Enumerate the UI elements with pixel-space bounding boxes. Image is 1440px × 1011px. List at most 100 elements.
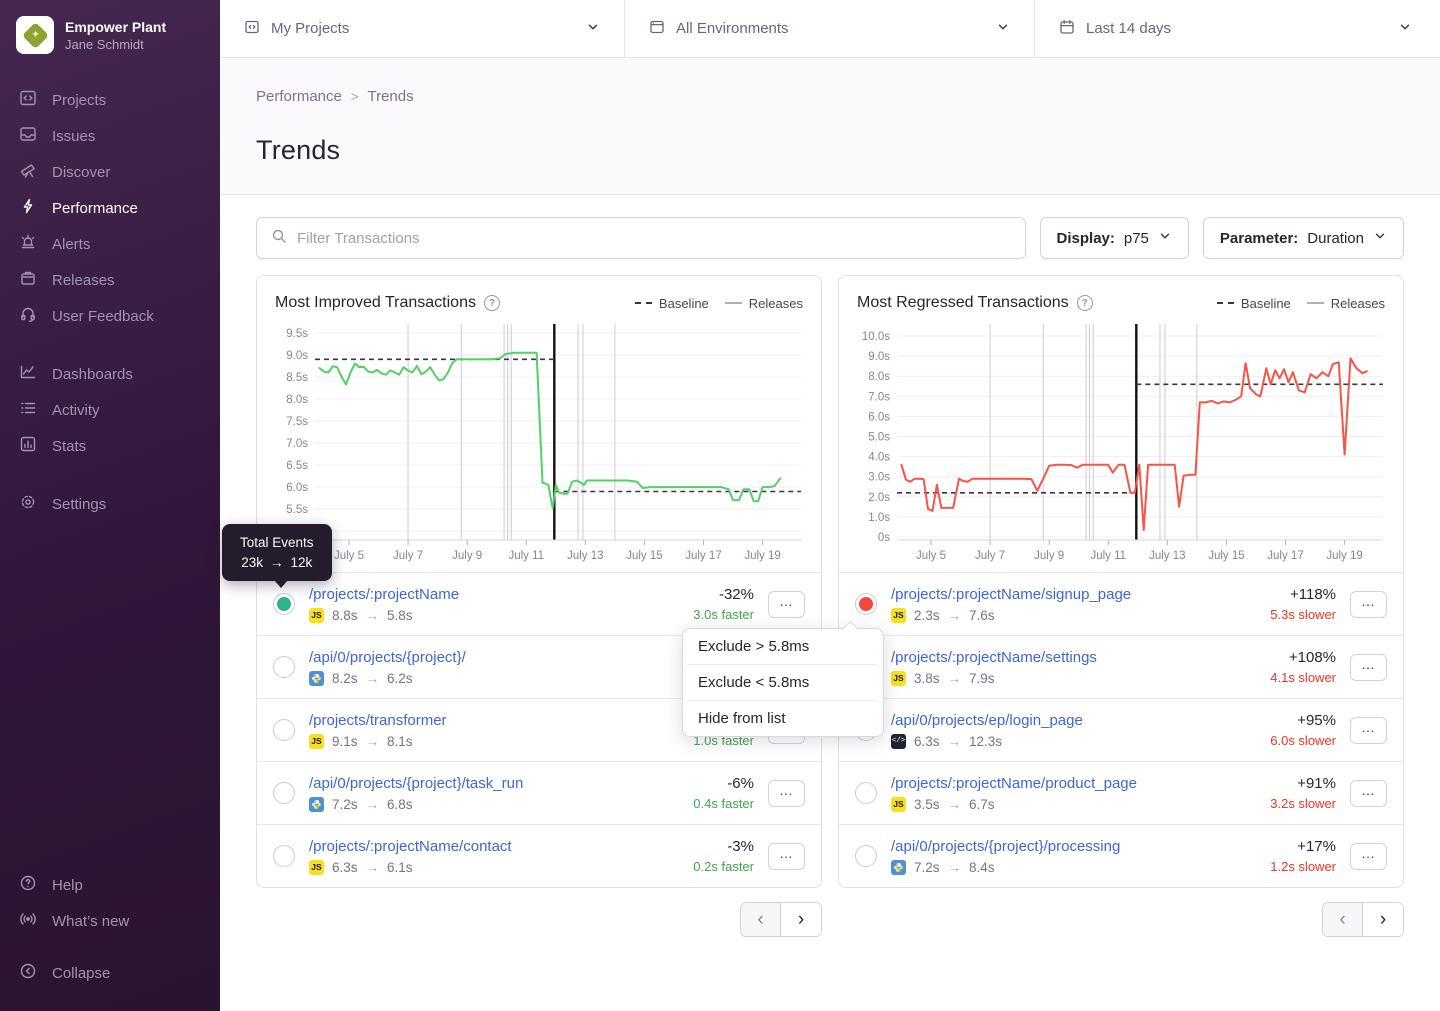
improved-trend-chart: 5.0s5.5s6.0s6.5s7.0s7.5s8.0s8.5s9.0s9.5s… [269, 314, 809, 572]
previous-page-button[interactable]: ‹ [741, 903, 781, 936]
legend-baseline-label: Baseline [1241, 296, 1291, 311]
svg-text:6.0s: 6.0s [286, 482, 308, 494]
platform-icon [309, 797, 324, 812]
duration-to: 6.2s [387, 671, 413, 686]
ellipsis-icon: … [1361, 845, 1376, 861]
next-page-button[interactable]: › [781, 903, 821, 936]
menu-item-exclude-greater[interactable]: Exclude > 5.8ms [683, 629, 883, 664]
duration-change: 8.2s → 6.2s [309, 671, 662, 686]
duration-change: JS 2.3s → 7.6s [891, 608, 1244, 623]
releases-swatch [725, 302, 742, 304]
transaction-radio[interactable] [273, 719, 295, 741]
row-actions-button[interactable]: … [768, 780, 805, 807]
sidebar-item-label: Stats [52, 438, 86, 455]
chevron-down-icon [996, 20, 1010, 38]
transaction-link[interactable]: /projects/:projectName/product_page [891, 775, 1244, 792]
transaction-link[interactable]: /projects/transformer [309, 712, 662, 729]
row-actions-button[interactable]: … [1350, 717, 1387, 744]
help-circle-icon[interactable]: ? [484, 295, 500, 311]
sidebar-item-performance[interactable]: Performance [0, 190, 220, 226]
sidebar-item-user-feedback[interactable]: User Feedback [0, 298, 220, 334]
transaction-radio[interactable] [273, 845, 295, 867]
transaction-link[interactable]: /api/0/projects/ep/login_page [891, 712, 1244, 729]
svg-text:July 13: July 13 [567, 550, 603, 562]
transaction-link[interactable]: /projects/:projectName/settings [891, 649, 1244, 666]
sidebar-item-projects[interactable]: Projects [0, 82, 220, 118]
org-switcher[interactable]: ✦ Empower Plant Jane Schmidt [0, 16, 220, 54]
menu-item-exclude-less[interactable]: Exclude < 5.8ms [683, 664, 883, 700]
duration-from: 3.8s [914, 671, 940, 686]
svg-text:7.0s: 7.0s [286, 438, 308, 450]
sidebar-item-whats-new[interactable]: What’s new [0, 903, 220, 939]
sidebar-item-releases[interactable]: Releases [0, 262, 220, 298]
svg-text:July 11: July 11 [508, 550, 544, 562]
display-dropdown[interactable]: Display: p75 [1040, 217, 1189, 259]
row-actions-button[interactable]: … [1350, 780, 1387, 807]
platform-icon: JS [309, 734, 324, 749]
sidebar-item-collapse[interactable]: Collapse [0, 955, 220, 991]
sidebar-item-label: Alerts [52, 236, 90, 253]
next-page-button[interactable]: › [1363, 903, 1403, 936]
transaction-link[interactable]: /api/0/projects/{project}/ [309, 649, 662, 666]
svg-text:9.5s: 9.5s [286, 328, 308, 340]
row-actions-button[interactable]: … [1350, 654, 1387, 681]
row-actions-button[interactable]: … [768, 843, 805, 870]
svg-text:9.0s: 9.0s [286, 350, 308, 362]
search-icon [271, 228, 287, 249]
row-actions-button[interactable]: … [768, 591, 805, 618]
transaction-radio[interactable] [273, 656, 295, 678]
platform-icon: JS [309, 608, 324, 623]
trend-percent: -3% [676, 838, 754, 855]
transaction-filter [256, 217, 1026, 259]
trend-percent: +108% [1258, 649, 1336, 666]
regressed-panel: Most Regressed Transactions ? Baseline R… [838, 275, 1404, 888]
transaction-radio[interactable] [273, 593, 295, 615]
transaction-link[interactable]: /api/0/projects/{project}/processing [891, 838, 1244, 855]
transaction-row: /projects/:projectName/settings JS 3.8s … [839, 635, 1403, 698]
svg-text:July 11: July 11 [1090, 550, 1126, 562]
breadcrumb-performance[interactable]: Performance [256, 88, 342, 105]
transaction-link[interactable]: /projects/:projectName/signup_page [891, 586, 1244, 603]
arrow-right-icon: → [948, 671, 962, 686]
sidebar-item-help[interactable]: Help [0, 867, 220, 903]
transaction-radio[interactable] [855, 845, 877, 867]
row-actions-button[interactable]: … [1350, 843, 1387, 870]
transaction-radio[interactable] [855, 593, 877, 615]
breadcrumb-trends[interactable]: Trends [367, 88, 413, 105]
transaction-link[interactable]: /projects/:projectName/contact [309, 838, 662, 855]
trend-delta: 5.3s slower [1258, 607, 1336, 622]
date-range-selector[interactable]: Last 14 days [1035, 0, 1440, 57]
org-name: Empower Plant [65, 19, 166, 35]
help-circle-icon[interactable]: ? [1077, 295, 1093, 311]
transaction-link[interactable]: /projects/:projectName [309, 586, 662, 603]
sidebar-item-issues[interactable]: Issues [0, 118, 220, 154]
sidebar-item-dashboards[interactable]: Dashboards [0, 356, 220, 392]
transaction-link[interactable]: /api/0/projects/{project}/task_run [309, 775, 662, 792]
transaction-radio[interactable] [273, 782, 295, 804]
transaction-radio[interactable] [855, 782, 877, 804]
app-root: ✦ Empower Plant Jane Schmidt Projects Is… [0, 0, 1440, 1011]
arrow-right-icon: → [366, 608, 380, 623]
menu-item-hide-from-list[interactable]: Hide from list [683, 700, 883, 736]
lightning-icon [19, 197, 37, 219]
sidebar-item-alerts[interactable]: Alerts [0, 226, 220, 262]
sparkle-icon: ✦ [30, 30, 39, 41]
environment-selector[interactable]: All Environments [625, 0, 1035, 57]
sidebar-item-settings[interactable]: Settings [0, 486, 220, 522]
search-input[interactable] [297, 230, 1011, 247]
improved-pagination: ‹ › [256, 902, 822, 937]
previous-page-button[interactable]: ‹ [1323, 903, 1363, 936]
trend-delta: 4.1s slower [1258, 670, 1336, 685]
sidebar-item-stats[interactable]: Stats [0, 428, 220, 464]
sidebar-item-discover[interactable]: Discover [0, 154, 220, 190]
sidebar-item-activity[interactable]: Activity [0, 392, 220, 428]
project-selector[interactable]: My Projects [220, 0, 625, 57]
trend-delta: 1.2s slower [1258, 859, 1336, 874]
row-actions-button[interactable]: … [1350, 591, 1387, 618]
sidebar-item-label: Discover [52, 164, 110, 181]
improved-panel-title: Most Improved Transactions ? [275, 294, 500, 312]
parameter-dropdown[interactable]: Parameter: Duration [1203, 217, 1404, 259]
siren-icon [19, 233, 37, 255]
broadcast-icon [19, 910, 37, 932]
svg-text:July 19: July 19 [744, 550, 780, 562]
